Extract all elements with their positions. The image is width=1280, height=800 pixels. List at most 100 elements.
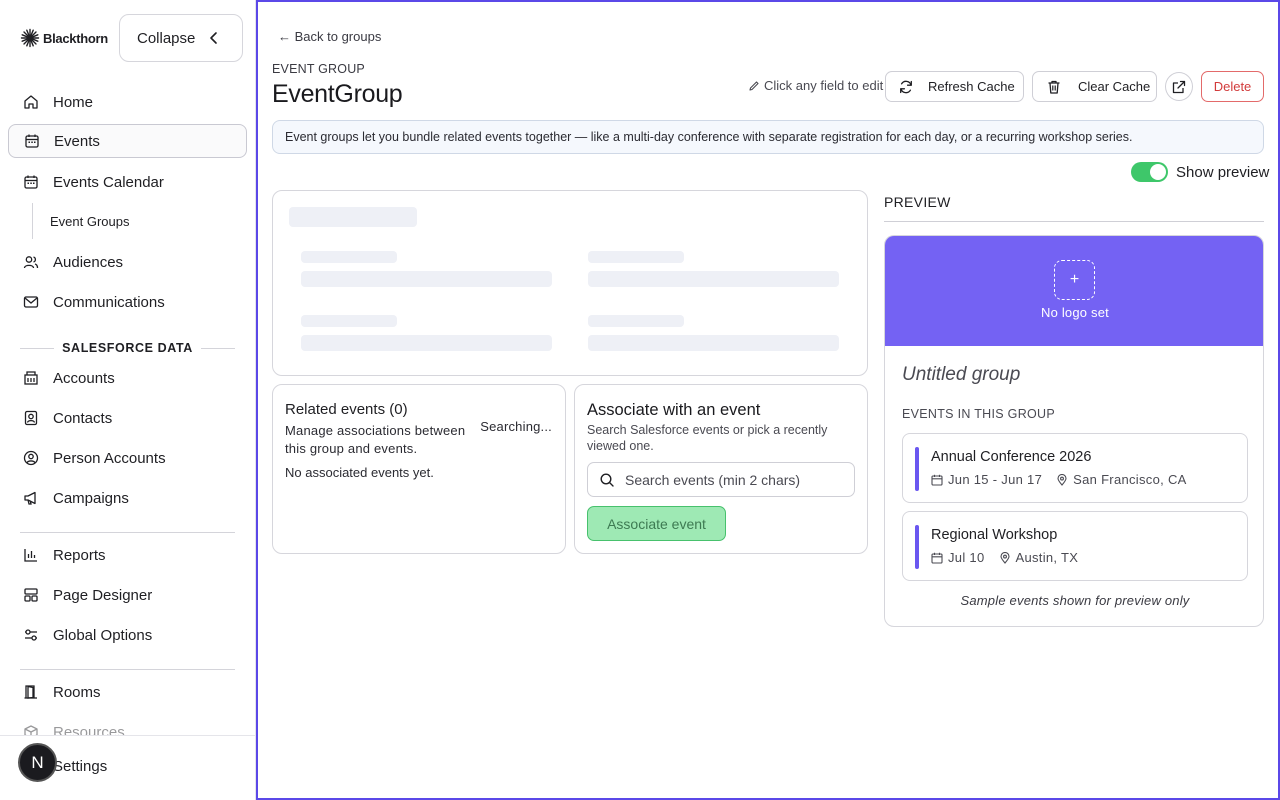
sidebar-item-label: Contacts bbox=[53, 409, 113, 427]
sidebar-divider bbox=[20, 669, 235, 670]
skeleton-label bbox=[301, 251, 397, 263]
associate-description: Search Salesforce events or pick a recen… bbox=[587, 423, 828, 453]
user-avatar[interactable]: N bbox=[18, 743, 57, 782]
layout-icon bbox=[24, 588, 38, 602]
related-events-title: Related events (0) bbox=[285, 401, 408, 418]
calendar-icon bbox=[931, 552, 943, 564]
brand-logo[interactable]: Blackthorn bbox=[20, 27, 108, 49]
sidebar-item-accounts[interactable]: Accounts bbox=[8, 361, 247, 395]
sidebar-item-campaigns[interactable]: Campaigns bbox=[8, 481, 247, 515]
door-icon bbox=[24, 685, 37, 699]
section-divider bbox=[20, 347, 55, 349]
back-to-groups-link[interactable]: ← Back to groups bbox=[278, 29, 381, 44]
map-pin-icon bbox=[999, 551, 1010, 564]
sidebar-item-label: Event Groups bbox=[50, 213, 130, 229]
refresh-cache-label: Refresh Cache bbox=[928, 79, 1015, 94]
sidebar-item-reports[interactable]: Reports bbox=[8, 538, 247, 572]
sidebar-item-label: Accounts bbox=[53, 369, 115, 387]
app-root: Blackthorn Collapse Home Events Events C… bbox=[0, 0, 1280, 800]
details-loading-card bbox=[272, 190, 868, 376]
skeleton-field bbox=[588, 271, 839, 287]
preview-banner: + No logo set bbox=[885, 236, 1263, 346]
blackthorn-logo-icon bbox=[20, 28, 40, 48]
event-name: Annual Conference 2026 bbox=[931, 449, 1092, 465]
user-circle-icon bbox=[23, 450, 39, 466]
sample-events-note: Sample events shown for preview only bbox=[960, 593, 1190, 608]
toggle-knob bbox=[1150, 164, 1166, 180]
open-external-button[interactable] bbox=[1165, 72, 1193, 101]
event-location: San Francisco, CA bbox=[1073, 472, 1187, 487]
associate-title: Associate with an event bbox=[587, 401, 761, 419]
building-icon bbox=[24, 371, 38, 385]
sidebar-item-home[interactable]: Home bbox=[8, 85, 247, 119]
skeleton-label bbox=[588, 315, 684, 327]
delete-button[interactable]: Delete bbox=[1201, 71, 1264, 102]
page-kicker: EVENT GROUP bbox=[272, 62, 365, 76]
event-meta: Jun 15 - Jun 17 San Francisco, CA bbox=[931, 472, 1187, 487]
sidebar-item-label: Person Accounts bbox=[53, 449, 166, 467]
sidebar-item-label: Page Designer bbox=[53, 586, 153, 604]
collapse-sidebar-button[interactable]: Collapse bbox=[119, 14, 243, 62]
home-icon bbox=[24, 95, 38, 109]
skeleton-field bbox=[301, 335, 552, 351]
section-heading-text: SALESFORCE DATA bbox=[62, 341, 193, 355]
refresh-icon bbox=[900, 80, 912, 93]
sidebar-item-label: Home bbox=[53, 93, 94, 111]
calendar-icon bbox=[931, 474, 943, 486]
bar-chart-icon bbox=[24, 549, 37, 562]
clear-cache-label: Clear Cache bbox=[1078, 79, 1151, 94]
logo-placeholder[interactable]: + bbox=[1054, 260, 1095, 300]
sidebar-item-label: Events bbox=[54, 132, 100, 150]
sidebar-divider bbox=[20, 532, 235, 533]
page-title[interactable]: EventGroup bbox=[272, 80, 403, 109]
skeleton-field bbox=[301, 271, 552, 287]
associate-event-button[interactable]: Associate event bbox=[587, 506, 726, 541]
sidebar-item-global-options[interactable]: Global Options bbox=[8, 618, 247, 652]
related-events-status: Searching... bbox=[480, 419, 552, 434]
no-logo-text: No logo set bbox=[1041, 305, 1109, 320]
map-pin-icon bbox=[1057, 473, 1067, 486]
show-preview-toggle[interactable] bbox=[1131, 162, 1168, 182]
preview-card: + No logo set Untitled group EVENTS IN T… bbox=[884, 235, 1264, 627]
associate-event-card: Associate with an event Search Salesforc… bbox=[574, 384, 868, 554]
search-icon bbox=[600, 472, 614, 487]
users-icon bbox=[23, 256, 39, 269]
event-search-input[interactable]: Search events (min 2 chars) bbox=[587, 462, 855, 497]
sidebar-item-communications[interactable]: Communications bbox=[8, 285, 247, 319]
sidebar-item-event-groups[interactable]: Event Groups bbox=[32, 203, 232, 239]
sidebar-item-label: Global Options bbox=[53, 626, 153, 644]
sidebar-item-label: Campaigns bbox=[53, 489, 129, 507]
preview-group-name: Untitled group bbox=[902, 364, 1021, 385]
info-banner: Event groups let you bundle related even… bbox=[272, 120, 1264, 154]
related-events-description: Manage associations between this group a… bbox=[285, 423, 466, 456]
clear-cache-button[interactable]: Clear Cache bbox=[1032, 71, 1157, 102]
sidebar-item-events[interactable]: Events bbox=[8, 124, 247, 158]
sidebar-item-contacts[interactable]: Contacts bbox=[8, 401, 247, 435]
trash-icon bbox=[1048, 80, 1060, 94]
sidebar-item-events-calendar[interactable]: Events Calendar bbox=[8, 165, 247, 199]
edit-hint: Click any field to edit bbox=[748, 78, 883, 93]
calendar-icon bbox=[24, 175, 38, 189]
event-dates: Jun 15 - Jun 17 bbox=[948, 472, 1043, 487]
sidebar-item-page-designer[interactable]: Page Designer bbox=[8, 578, 247, 612]
show-preview-control: Show preview bbox=[1131, 162, 1269, 182]
contact-icon bbox=[24, 410, 38, 426]
preview-divider bbox=[884, 221, 1264, 222]
skeleton-label bbox=[588, 251, 684, 263]
skeleton-field bbox=[588, 335, 839, 351]
sidebar-item-label: Audiences bbox=[53, 253, 124, 271]
refresh-cache-button[interactable]: Refresh Cache bbox=[885, 71, 1024, 102]
sidebar-item-audiences[interactable]: Audiences bbox=[8, 245, 247, 279]
sidebar-item-rooms[interactable]: Rooms bbox=[8, 675, 247, 709]
event-name: Regional Workshop bbox=[931, 527, 1058, 543]
megaphone-icon bbox=[24, 491, 36, 505]
sidebar: Blackthorn Collapse Home Events Events C… bbox=[0, 0, 256, 800]
event-accent-bar bbox=[915, 447, 919, 491]
salesforce-data-heading: SALESFORCE DATA bbox=[20, 338, 236, 358]
event-accent-bar bbox=[915, 525, 919, 569]
sidebar-item-person-accounts[interactable]: Person Accounts bbox=[8, 441, 247, 475]
collapse-label: Collapse bbox=[137, 29, 196, 47]
preview-event-card: Regional Workshop Jul 10 Austin, TX bbox=[902, 511, 1248, 581]
event-dates: Jul 10 bbox=[948, 550, 985, 565]
pencil-icon bbox=[749, 80, 759, 91]
